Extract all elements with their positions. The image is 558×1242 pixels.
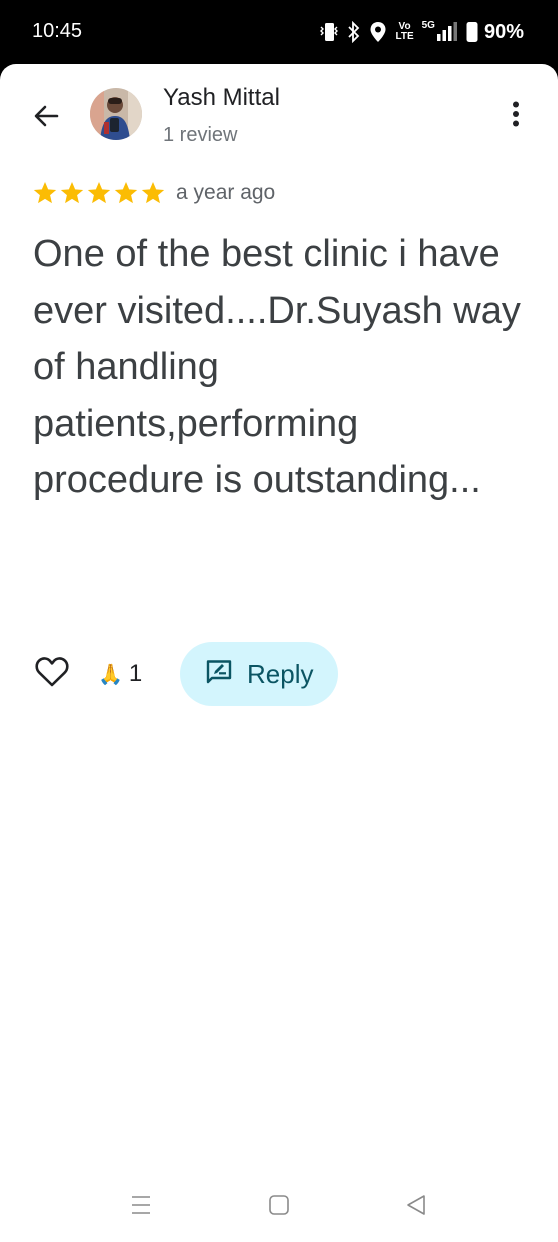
reviewer-review-count[interactable]: 1 review (163, 124, 237, 147)
reaction-count: 1 (128, 660, 143, 687)
reply-button[interactable]: Reply (180, 642, 339, 706)
review-time: a year ago (176, 181, 276, 204)
avatar[interactable] (90, 88, 142, 140)
star-icon (114, 181, 138, 204)
volte-indicator: Vo LTE (395, 22, 413, 42)
battery-icon (466, 21, 478, 43)
rating-row: a year ago (32, 176, 275, 210)
triangle-back-icon (405, 1194, 427, 1221)
like-button[interactable] (34, 656, 70, 692)
more-options-button[interactable] (504, 98, 528, 134)
battery-percent: 90% (483, 20, 524, 43)
reply-label: Reply (247, 658, 314, 689)
more-vert-icon (512, 101, 520, 132)
menu-lines-icon (130, 1194, 152, 1221)
volte-bottom: LTE (395, 31, 414, 42)
heart-outline-icon (35, 656, 69, 692)
star-icon (87, 181, 111, 204)
star-icon (60, 181, 84, 204)
recent-apps-button[interactable] (127, 1194, 155, 1220)
reviewer-name[interactable]: Yash Mittal (163, 84, 280, 112)
review-text: One of the best clinic i have ever visit… (33, 233, 521, 501)
reaction-chip[interactable]: 🙏 1 (98, 660, 142, 688)
rate-review-icon (205, 659, 233, 690)
status-time: 10:45 (32, 20, 83, 42)
review-actions: 🙏 1 Reply (34, 642, 339, 706)
status-bar: 10:45 Vo LTE 5G 90% (0, 0, 558, 64)
avatar-image (90, 88, 142, 140)
back-nav-button[interactable] (402, 1194, 430, 1220)
review-sheet: Yash Mittal 1 review a year ago One of t… (0, 64, 558, 1170)
star-icon (33, 181, 57, 204)
square-icon (268, 1194, 290, 1221)
bluetooth-icon (347, 21, 361, 43)
location-icon (369, 21, 387, 43)
network-type: 5G (421, 20, 435, 31)
vibrate-icon (319, 21, 339, 43)
back-button[interactable] (22, 94, 70, 142)
star-rating (32, 180, 166, 206)
star-icon (141, 181, 165, 204)
signal-icon: 5G (421, 20, 458, 42)
home-button[interactable] (265, 1194, 293, 1220)
system-nav-bar (0, 1170, 558, 1242)
arrow-left-icon (32, 102, 60, 135)
folded-hands-icon: 🙏 (98, 663, 123, 686)
status-icons: Vo LTE 5G 90% (319, 18, 524, 46)
